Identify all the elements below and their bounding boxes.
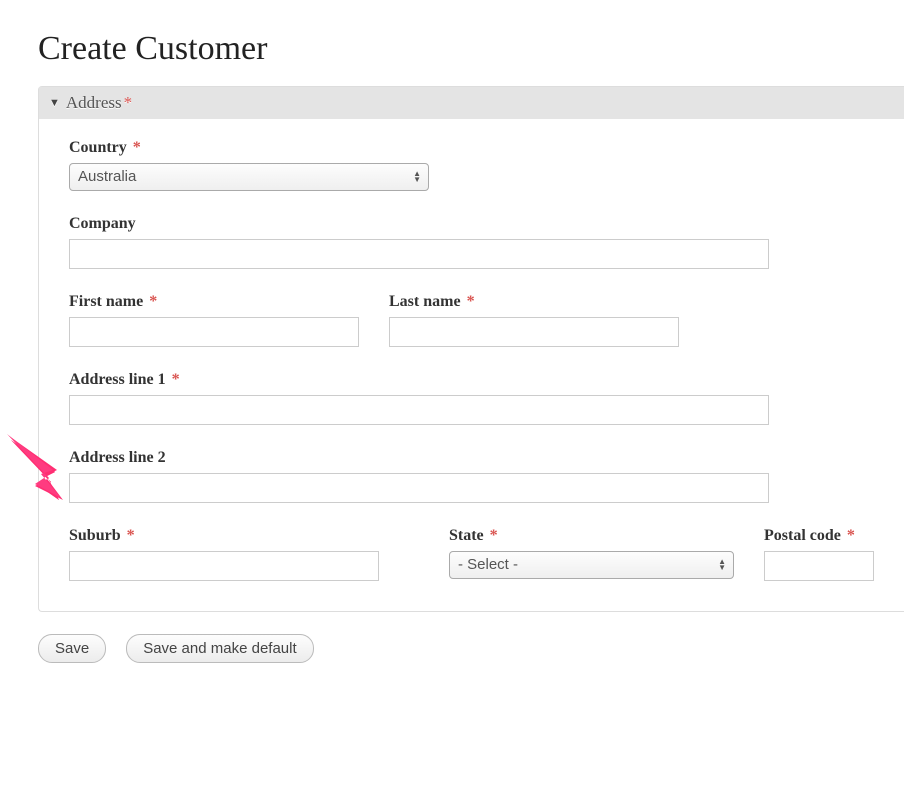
suburb-label: Suburb * — [69, 527, 379, 545]
address1-row: Address line 1 * — [69, 371, 874, 425]
last-name-label: Last name * — [389, 293, 679, 311]
postal-code-input[interactable] — [764, 551, 874, 581]
country-label: Country * — [69, 139, 874, 157]
country-row: Country * Australia ▲▼ — [69, 139, 874, 191]
state-label: State * — [449, 527, 734, 545]
panel-title: Address — [66, 93, 122, 113]
chevron-down-icon: ▼ — [49, 97, 60, 109]
suburb-input[interactable] — [69, 551, 379, 581]
save-button[interactable]: Save — [38, 634, 106, 663]
required-marker: * — [124, 93, 133, 113]
page-title: Create Customer — [38, 30, 904, 68]
address1-label: Address line 1 * — [69, 371, 874, 389]
chevron-updown-icon: ▲▼ — [413, 171, 421, 183]
postal-code-label: Postal code * — [764, 527, 874, 545]
address2-label: Address line 2 — [69, 449, 874, 467]
state-select[interactable]: - Select - — [449, 551, 734, 579]
chevron-updown-icon: ▲▼ — [718, 559, 726, 571]
first-name-input[interactable] — [69, 317, 359, 347]
locality-row: Suburb * State * - Select - ▲▼ — [69, 527, 874, 581]
name-row: First name * Last name * — [69, 293, 874, 347]
last-name-input[interactable] — [389, 317, 679, 347]
panel-header[interactable]: ▼ Address * — [39, 87, 904, 119]
save-make-default-button[interactable]: Save and make default — [126, 634, 313, 663]
state-select-wrap: - Select - ▲▼ — [449, 551, 734, 579]
country-select-wrap: Australia ▲▼ — [69, 163, 429, 191]
annotation-arrow-icon — [5, 434, 65, 504]
address-panel: ▼ Address * Country — [38, 86, 904, 612]
first-name-label: First name * — [69, 293, 359, 311]
address2-row: Address line 2 — [69, 449, 874, 503]
panel-body: Country * Australia ▲▼ Company — [39, 119, 904, 611]
button-row: Save Save and make default — [38, 634, 904, 663]
country-select[interactable]: Australia — [69, 163, 429, 191]
company-label: Company — [69, 215, 874, 233]
address1-input[interactable] — [69, 395, 769, 425]
address2-input[interactable] — [69, 473, 769, 503]
company-row: Company — [69, 215, 874, 269]
company-input[interactable] — [69, 239, 769, 269]
